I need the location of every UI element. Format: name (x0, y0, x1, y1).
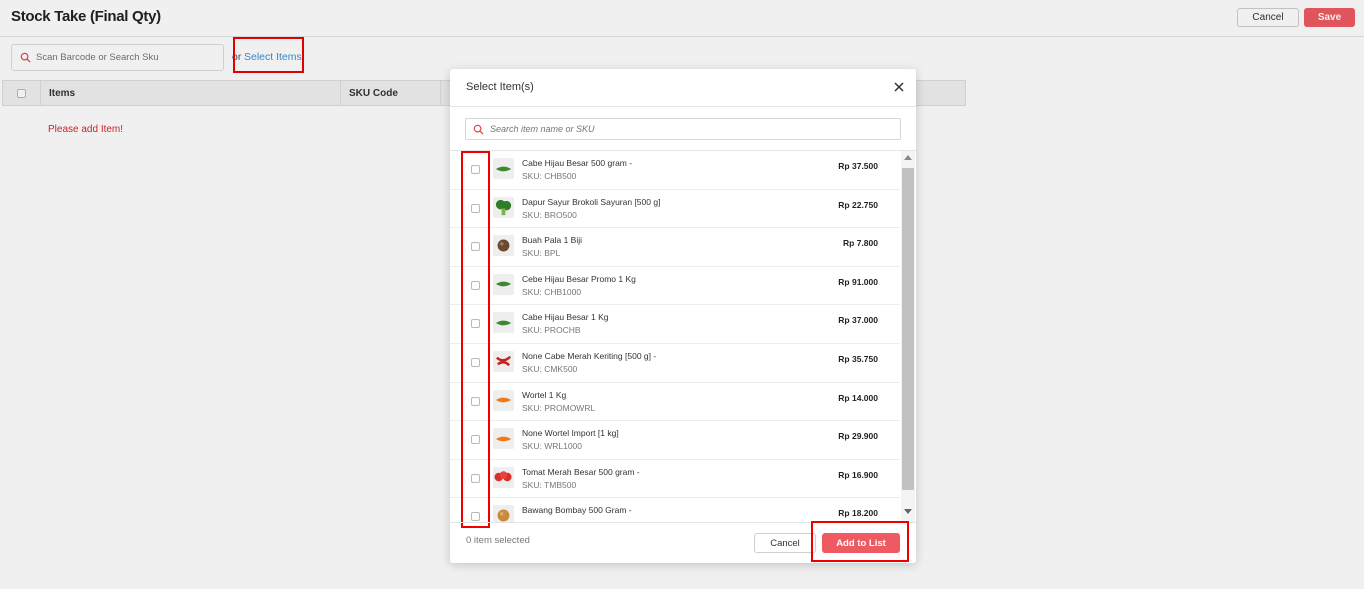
item-checkbox[interactable] (471, 512, 480, 522)
item-sku: SKU: BRO500 (522, 209, 577, 220)
carrot-icon (493, 389, 514, 411)
item-price: Rp 18.200 (838, 508, 878, 519)
list-item[interactable]: Cabe Hijau Besar 500 gram - SKU: CHB500 … (450, 151, 900, 190)
item-sku: SKU: BPL (522, 248, 561, 259)
scrollbar-thumb[interactable] (902, 168, 914, 490)
scrollbar[interactable] (901, 151, 915, 522)
item-name: Cabe Hijau Besar 1 Kg (522, 312, 609, 323)
scroll-down-arrow-icon[interactable] (904, 509, 912, 514)
list-item[interactable]: None Cabe Merah Keriting [500 g] - SKU: … (450, 344, 900, 383)
item-checkbox[interactable] (471, 473, 480, 483)
item-price: Rp 14.000 (838, 392, 878, 403)
item-checkbox[interactable] (471, 242, 480, 252)
item-name: Bawang Bombay 500 Gram - (522, 505, 632, 516)
onion-icon (493, 505, 514, 522)
modal-header: Select Item(s) (450, 69, 916, 107)
list-item[interactable]: Cabe Hijau Besar 1 Kg SKU: PROCHB Rp 37.… (450, 305, 900, 344)
item-price: Rp 91.000 (838, 276, 878, 287)
list-item[interactable]: Buah Pala 1 Biji SKU: BPL Rp 7.800 (450, 228, 900, 267)
item-checkbox[interactable] (471, 357, 480, 367)
item-sku: SKU: PROCHB (522, 325, 581, 336)
item-price: Rp 7.800 (843, 238, 878, 249)
selected-count: 0 item selected (466, 535, 530, 546)
item-checkbox[interactable] (471, 280, 480, 290)
item-name: Cabe Hijau Besar 500 gram - (522, 158, 633, 168)
item-name: Dapur Sayur Brokoli Sayuran [500 g] (522, 196, 661, 207)
nutmeg-icon (493, 235, 514, 257)
item-name: Buah Pala 1 Biji (522, 235, 583, 246)
search-icon (473, 124, 484, 135)
list-item[interactable]: Cebe Hijau Besar Promo 1 Kg SKU: CHB1000… (450, 267, 900, 306)
item-price: Rp 35.750 (838, 353, 878, 364)
scroll-up-arrow-icon[interactable] (904, 155, 912, 160)
item-price: Rp 16.900 (838, 469, 878, 480)
item-name: None Wortel Import [1 kg] (522, 428, 619, 439)
list-item[interactable]: None Wortel Import [1 kg] SKU: WRL1000 R… (450, 421, 900, 460)
modal-footer: 0 item selected Cancel Add to List (450, 522, 916, 563)
red-chili-icon (493, 350, 514, 372)
close-icon[interactable] (892, 80, 906, 94)
carrot-icon (493, 428, 514, 450)
green-chili-icon (493, 312, 514, 334)
item-name: None Cabe Merah Keriting [500 g] - (522, 350, 657, 361)
green-chili-icon (493, 158, 514, 179)
item-name: Cebe Hijau Besar Promo 1 Kg (522, 273, 636, 284)
item-checkbox[interactable] (471, 165, 480, 174)
select-items-modal: Select Item(s) Cabe Hijau Besar 500 gram… (450, 69, 916, 563)
list-item[interactable]: Bawang Bombay 500 Gram - Rp 18.200 (450, 498, 900, 522)
list-item[interactable]: Dapur Sayur Brokoli Sayuran [500 g] SKU:… (450, 190, 900, 229)
modal-title: Select Item(s) (466, 81, 534, 93)
item-sku: SKU: CHB500 (522, 171, 577, 181)
item-search-input[interactable] (490, 124, 890, 134)
item-sku: SKU: TMB500 (522, 479, 577, 490)
list-item[interactable]: Tomat Merah Besar 500 gram - SKU: TMB500… (450, 460, 900, 499)
item-price: Rp 37.000 (838, 315, 878, 326)
item-sku: SKU: CHB1000 (522, 286, 582, 297)
modal-search-box[interactable] (465, 118, 901, 140)
item-checkbox[interactable] (471, 319, 480, 329)
item-checkbox[interactable] (471, 396, 480, 406)
item-checkbox[interactable] (471, 203, 480, 213)
modal-cancel-button[interactable]: Cancel (754, 533, 816, 553)
green-chili-icon (493, 273, 514, 295)
item-sku: SKU: PROMOWRL (522, 402, 596, 413)
item-name: Tomat Merah Besar 500 gram - (522, 466, 640, 477)
item-price: Rp 22.750 (838, 199, 878, 210)
item-price: Rp 29.900 (838, 431, 878, 442)
add-to-list-button[interactable]: Add to List (822, 533, 900, 553)
item-sku: SKU: WRL1000 (522, 441, 582, 452)
item-price: Rp 37.500 (838, 161, 878, 171)
list-item[interactable]: Wortel 1 Kg SKU: PROMOWRL Rp 14.000 (450, 383, 900, 422)
item-checkbox[interactable] (471, 435, 480, 445)
item-list: Cabe Hijau Besar 500 gram - SKU: CHB500 … (450, 151, 900, 522)
tomato-icon (493, 466, 514, 488)
broccoli-icon (493, 196, 514, 218)
item-name: Wortel 1 Kg (522, 389, 567, 400)
item-list-viewport: Cabe Hijau Besar 500 gram - SKU: CHB500 … (450, 150, 916, 522)
item-sku: SKU: CMK500 (522, 363, 578, 374)
